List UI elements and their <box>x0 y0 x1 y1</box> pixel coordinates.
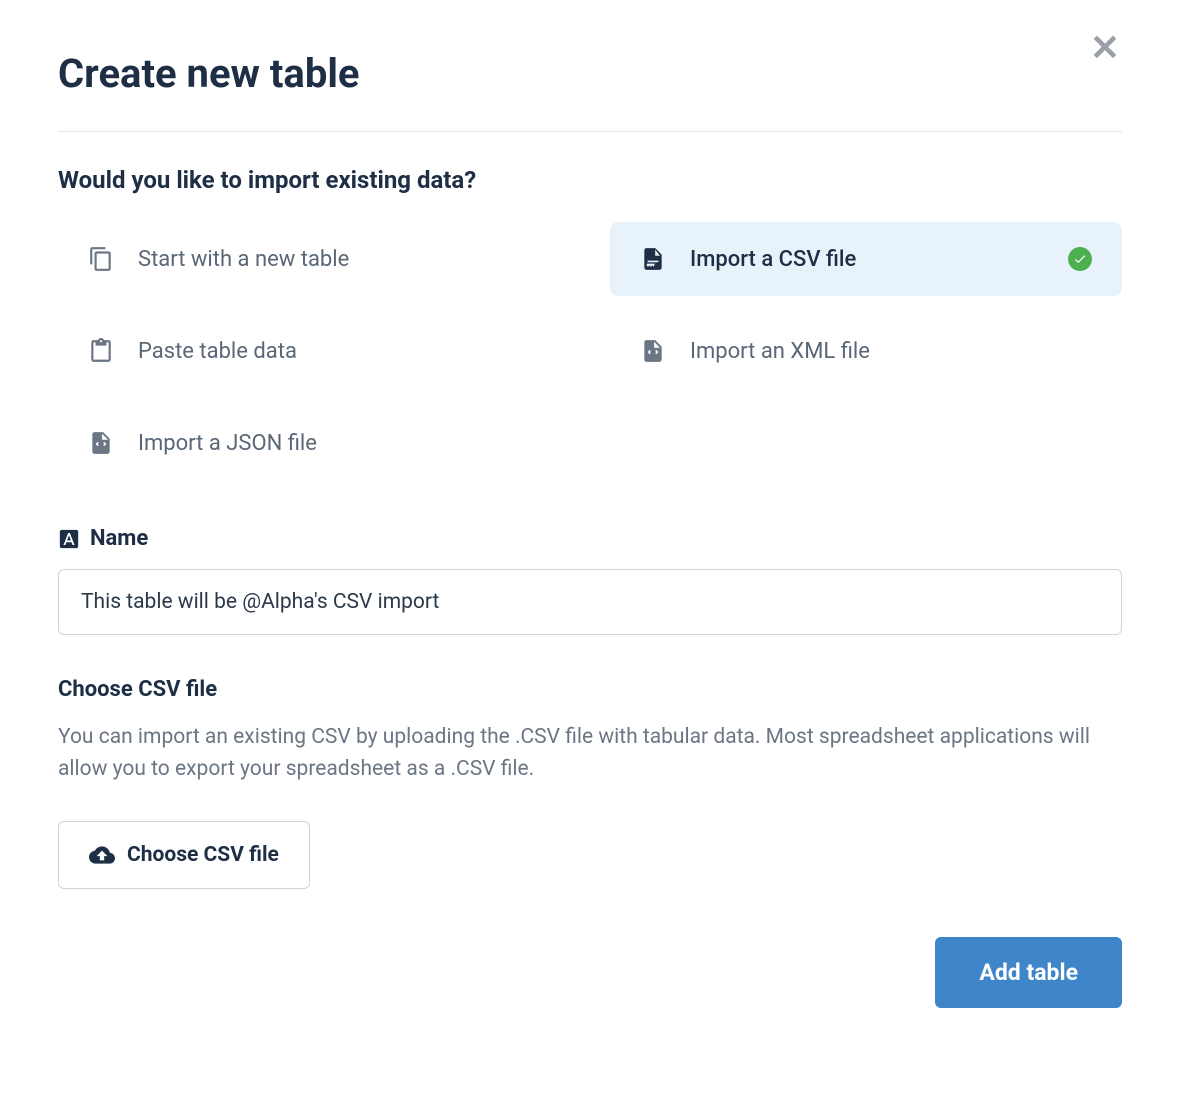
check-icon <box>1068 247 1092 271</box>
choose-csv-button-label: Choose CSV file <box>127 843 279 867</box>
svg-text:csv: csv <box>647 263 656 269</box>
option-import-csv[interactable]: csv Import a CSV file <box>610 222 1122 296</box>
option-new-table[interactable]: Start with a new table <box>58 222 570 296</box>
name-label-text: Name <box>90 526 148 551</box>
option-import-xml[interactable]: Import an XML file <box>610 314 1122 388</box>
option-label: Import a CSV file <box>690 247 1068 272</box>
choose-csv-button[interactable]: Choose CSV file <box>58 821 310 889</box>
table-name-input[interactable] <box>58 569 1122 635</box>
divider <box>58 131 1122 132</box>
option-label: Import an XML file <box>690 339 1092 364</box>
add-table-button[interactable]: Add table <box>935 937 1122 1008</box>
import-prompt: Would you like to import existing data? <box>58 166 1122 194</box>
create-table-dialog: ✕ Create new table Would you like to imp… <box>0 0 1180 1068</box>
import-options-grid: Start with a new table csv Import a CSV … <box>58 222 1122 480</box>
close-icon: ✕ <box>1090 27 1120 69</box>
name-field-label: Name <box>58 526 1122 551</box>
copy-icon <box>88 246 114 272</box>
csv-file-icon: csv <box>640 246 666 272</box>
close-button[interactable]: ✕ <box>1090 30 1120 66</box>
option-label: Paste table data <box>138 339 540 364</box>
option-import-json[interactable]: Import a JSON file <box>58 406 570 480</box>
option-paste-data[interactable]: Paste table data <box>58 314 570 388</box>
add-table-button-label: Add table <box>979 959 1078 986</box>
csv-section-label: Choose CSV file <box>58 677 1122 702</box>
csv-section-help: You can import an existing CSV by upload… <box>58 722 1122 785</box>
option-label: Import a JSON file <box>138 431 540 456</box>
json-file-icon <box>88 430 114 456</box>
font-icon <box>58 528 80 550</box>
dialog-footer: Add table <box>58 937 1122 1008</box>
paste-icon <box>88 338 114 364</box>
option-label: Start with a new table <box>138 247 540 272</box>
dialog-title: Create new table <box>58 50 1122 97</box>
xml-file-icon <box>640 338 666 364</box>
cloud-upload-icon <box>89 842 115 868</box>
